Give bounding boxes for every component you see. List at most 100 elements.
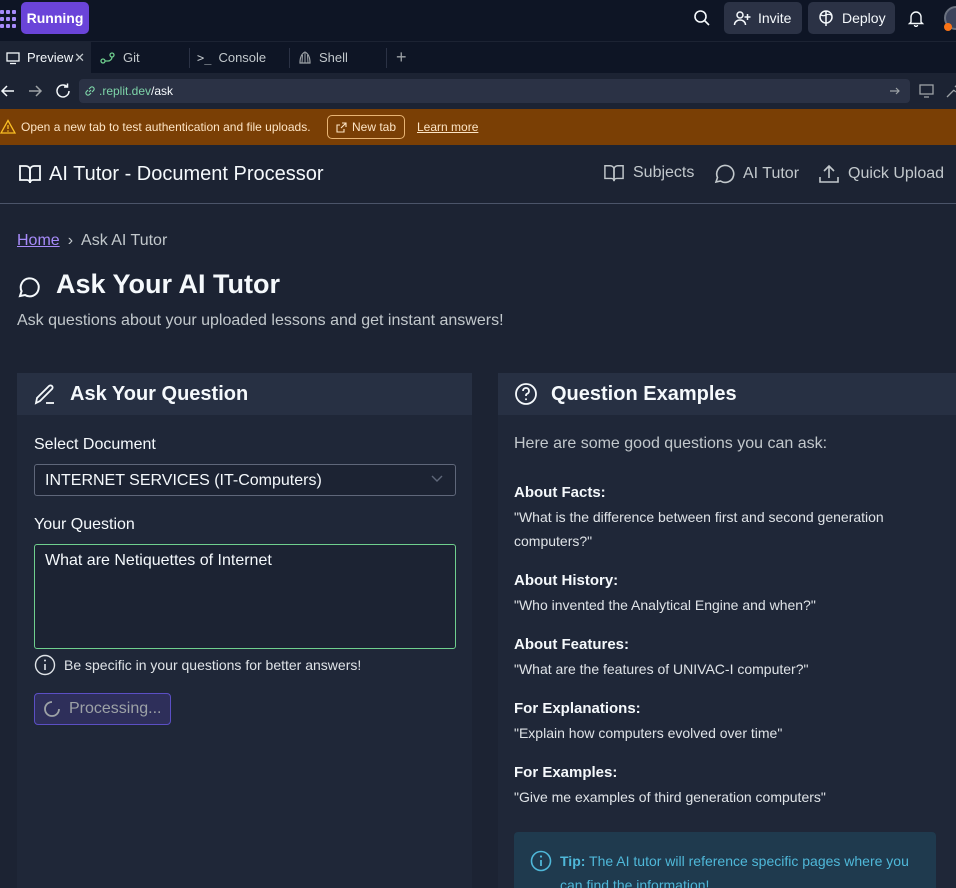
app-title[interactable]: AI Tutor - Document Processor	[49, 163, 324, 186]
page-title: Ask Your AI Tutor	[56, 269, 281, 299]
external-link-icon	[336, 121, 347, 133]
example-question: "Explain how computers evolved over time…	[514, 725, 783, 741]
workspace-topbar: Running Invite Deploy	[0, 0, 956, 41]
app-header: AI Tutor - Document Processor Subjects A…	[0, 145, 956, 204]
tab-console[interactable]: >_ Console	[190, 42, 290, 73]
tab-shell[interactable]: Shell	[290, 42, 387, 73]
deploy-label: Deploy	[842, 10, 886, 26]
breadcrumb-home-link[interactable]: Home	[17, 232, 60, 250]
tip-text: The AI tutor will reference specific pag…	[560, 853, 909, 888]
bell-icon[interactable]	[907, 9, 925, 27]
deploy-button[interactable]: Deploy	[808, 2, 895, 34]
breadcrumb-current: Ask AI Tutor	[81, 232, 168, 249]
submit-question-button[interactable]: Processing...	[34, 693, 171, 725]
warning-icon	[0, 119, 16, 134]
pane-tabbar: Preview ✕ Git >_ Console Shell +	[0, 41, 956, 73]
learn-more-link[interactable]: Learn more	[417, 120, 478, 134]
nav-label: Quick Upload	[848, 165, 945, 182]
pencil-icon	[34, 384, 54, 405]
reload-icon[interactable]	[54, 82, 72, 100]
book-icon	[604, 165, 624, 182]
chat-icon	[18, 277, 40, 298]
close-icon[interactable]: ✕	[74, 50, 85, 66]
hint-text: Be specific in your questions for better…	[64, 657, 362, 673]
tab-git[interactable]: Git	[91, 42, 190, 73]
run-button[interactable]: Running	[21, 2, 89, 34]
nav-ai-tutor[interactable]: AI Tutor	[713, 163, 799, 185]
info-icon	[530, 850, 552, 872]
info-icon	[34, 654, 56, 676]
url-domain: .replit.dev	[99, 84, 152, 98]
chevron-down-icon	[431, 475, 443, 482]
tab-label: Console	[218, 50, 267, 65]
monitor-icon	[6, 51, 20, 64]
question-value: What are Netiquettes of Internet	[45, 552, 272, 569]
console-icon: >_	[197, 50, 212, 65]
tip-label: Tip:	[560, 853, 586, 869]
shell-icon	[299, 50, 311, 64]
breadcrumb-separator: ›	[67, 232, 74, 249]
open-arrow-icon[interactable]	[888, 84, 902, 98]
ask-question-card: Ask Your Question Select Document INTERN…	[17, 373, 472, 888]
select-value: INTERNET SERVICES (IT-Computers)	[45, 472, 322, 489]
tab-label: Shell	[319, 50, 348, 65]
question-hint: Be specific in your questions for better…	[34, 654, 361, 676]
example-question: "Give me examples of third generation co…	[514, 789, 826, 805]
nav-quick-upload[interactable]: Quick Upload	[818, 163, 944, 185]
card-title: Ask Your Question	[70, 383, 249, 405]
link-icon	[85, 86, 95, 96]
question-examples-card: Question Examples Here are some good que…	[498, 373, 956, 888]
example-question: "Who invented the Analytical Engine and …	[514, 597, 816, 613]
example-question: "What are the features of UNIVAC-I compu…	[514, 661, 809, 677]
add-tab-button[interactable]: +	[396, 47, 407, 68]
back-arrow-icon[interactable]	[0, 82, 18, 100]
tip-box: Tip: The AI tutor will reference specifi…	[514, 832, 936, 888]
breadcrumb: Home › Ask AI Tutor	[17, 232, 167, 250]
tab-label: Preview	[27, 50, 74, 65]
card-title: Question Examples	[551, 383, 737, 405]
nav-label: Subjects	[633, 164, 695, 181]
question-textarea[interactable]: What are Netiquettes of Internet	[34, 544, 456, 649]
status-dot	[944, 23, 952, 31]
address-bar: .replit.dev/ask	[0, 73, 956, 109]
question-label: Your Question	[34, 516, 135, 533]
select-document-label: Select Document	[34, 436, 156, 453]
example-heading: About Facts:	[514, 484, 606, 501]
new-tab-button[interactable]: New tab	[327, 115, 405, 139]
nav-label: AI Tutor	[743, 165, 800, 182]
user-plus-icon	[733, 11, 751, 26]
example-heading: About Features:	[514, 636, 630, 653]
wrench-icon[interactable]	[944, 82, 956, 100]
tab-preview[interactable]: Preview ✕	[0, 42, 91, 73]
button-label: Processing...	[69, 700, 162, 717]
url-field[interactable]: .replit.dev/ask	[79, 79, 910, 103]
open-book-icon	[19, 165, 41, 184]
examples-intro: Here are some good questions you can ask…	[514, 435, 828, 452]
git-icon	[100, 51, 115, 64]
new-tab-label: New tab	[351, 120, 397, 134]
invite-label: Invite	[758, 10, 792, 26]
search-icon[interactable]	[692, 8, 712, 28]
chat-icon	[714, 164, 735, 184]
example-question: "What is the difference between first an…	[514, 509, 884, 549]
example-heading: For Explanations:	[514, 700, 641, 717]
banner-text: Open a new tab to test authentication an…	[21, 120, 311, 134]
deploy-icon	[819, 10, 833, 26]
tab-label: Git	[123, 50, 140, 65]
example-heading: For Examples:	[514, 764, 618, 781]
warning-banner: Open a new tab to test authentication an…	[0, 109, 956, 145]
document-select[interactable]: INTERNET SERVICES (IT-Computers)	[34, 464, 456, 496]
page-subtitle: Ask questions about your uploaded lesson…	[17, 312, 504, 329]
spinner-icon	[44, 701, 60, 717]
card-header: Question Examples	[498, 373, 956, 415]
apps-grid-icon[interactable]	[0, 7, 18, 29]
invite-button[interactable]: Invite	[724, 2, 802, 34]
devices-icon[interactable]	[918, 82, 936, 100]
example-heading: About History:	[514, 572, 619, 589]
card-header: Ask Your Question	[17, 373, 472, 415]
help-circle-icon	[515, 383, 537, 405]
nav-subjects[interactable]: Subjects	[603, 163, 694, 183]
upload-icon	[819, 164, 839, 183]
url-path: /ask	[151, 84, 174, 98]
forward-arrow-icon[interactable]	[26, 82, 44, 100]
